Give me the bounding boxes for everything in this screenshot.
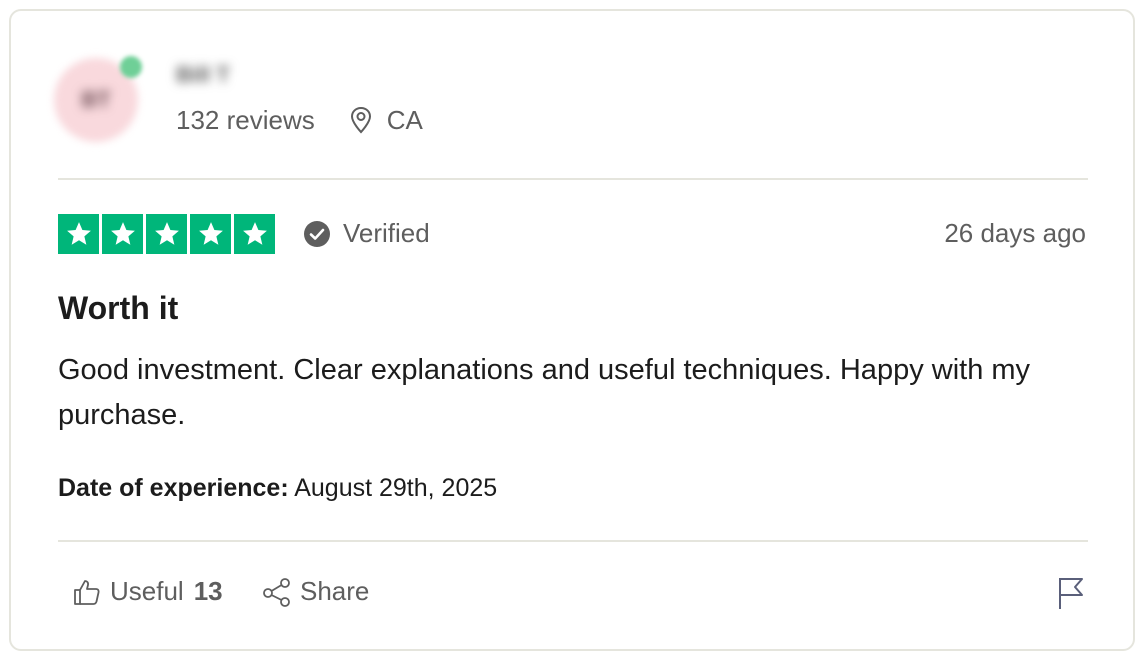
date-of-experience: Date of experience: August 29th, 2025 <box>58 474 497 503</box>
verified-check-icon <box>304 220 330 247</box>
share-label: Share <box>300 576 370 606</box>
experience-label: Date of experience: <box>58 474 289 502</box>
review-title: Worth it <box>58 290 179 326</box>
share-icon <box>263 577 290 607</box>
useful-count: 13 <box>193 576 223 606</box>
useful-button[interactable]: Useful 13 <box>72 576 223 607</box>
review-body: Good investment. Clear explanations and … <box>58 354 1031 431</box>
star-rating <box>58 214 275 254</box>
reviewer-avatar[interactable]: BT <box>54 56 142 142</box>
star-icon <box>58 214 99 254</box>
reviewer-name[interactable]: Bill T <box>176 62 230 88</box>
flag-icon[interactable] <box>1056 576 1086 610</box>
thumbs-up-icon <box>74 579 100 605</box>
star-icon <box>146 214 187 254</box>
header-divider <box>58 178 1088 180</box>
reviews-count: 132 reviews <box>176 104 315 135</box>
location-pin-icon <box>350 106 371 134</box>
star-icon <box>190 214 231 254</box>
reviewer-location: CA <box>386 104 423 135</box>
review-date: 26 days ago <box>944 218 1086 248</box>
verified-label: Verified <box>343 218 430 248</box>
experience-date: August 29th, 2025 <box>294 474 498 502</box>
star-icon <box>234 214 275 254</box>
useful-label: Useful <box>110 576 184 606</box>
reviewer-meta: 132 reviews CA <box>176 104 423 136</box>
verified-badge[interactable]: Verified <box>303 218 430 249</box>
avatar-badge <box>120 56 142 78</box>
star-icon <box>102 214 143 254</box>
share-button[interactable]: Share <box>262 576 369 607</box>
footer-divider <box>58 540 1088 542</box>
